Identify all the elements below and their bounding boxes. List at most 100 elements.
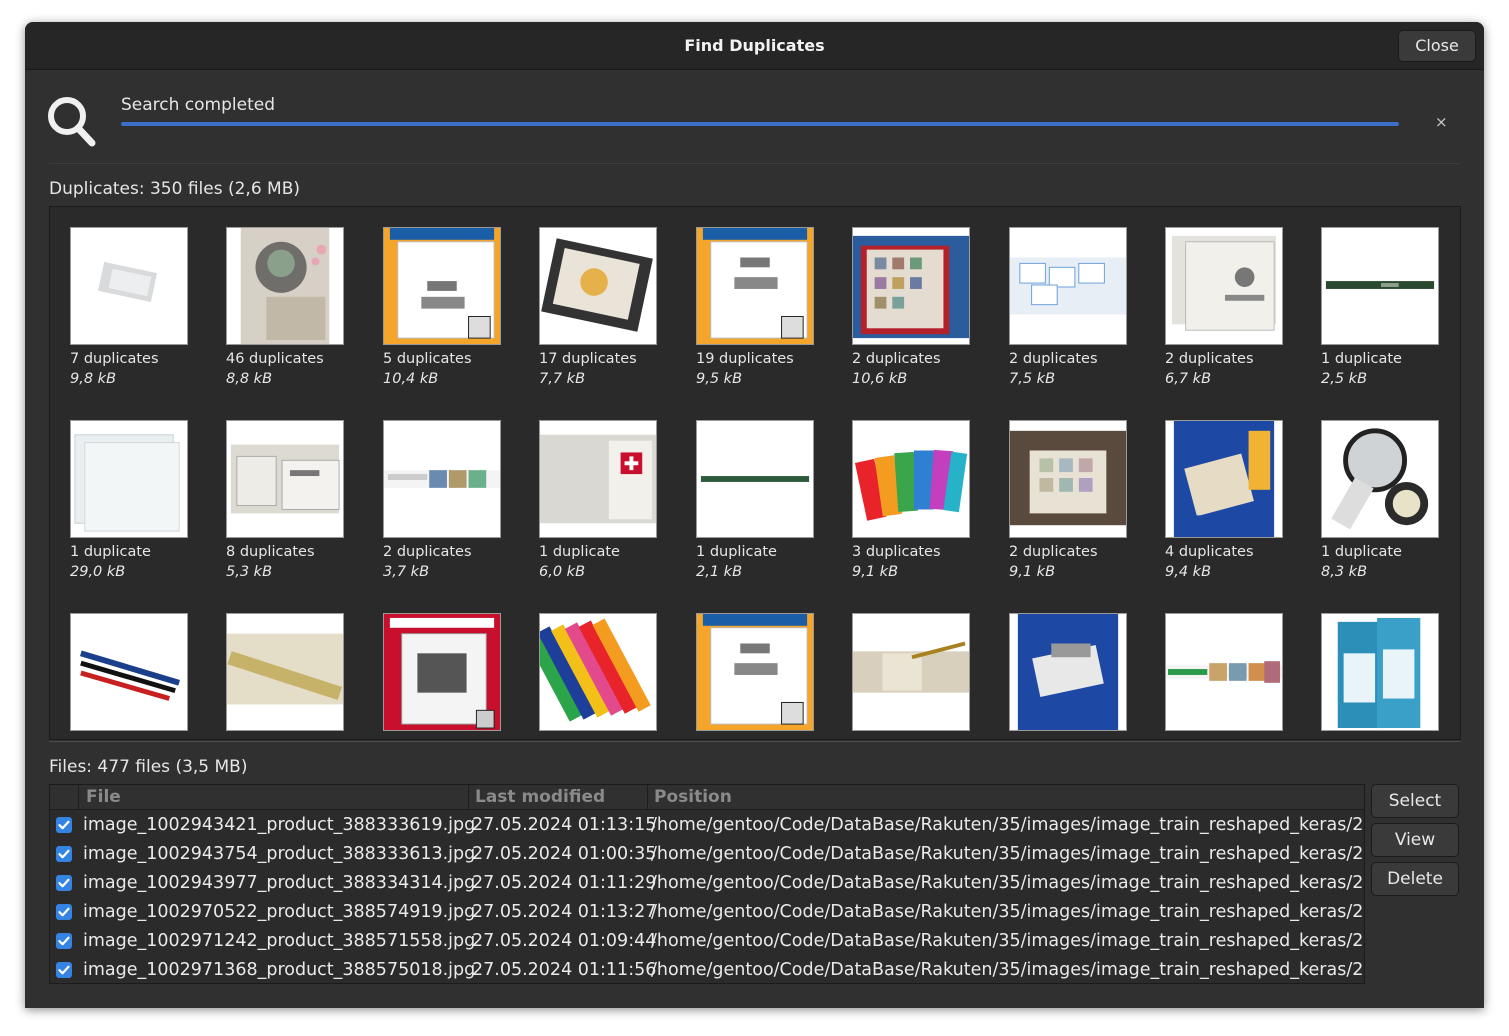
duplicate-thumbnail[interactable] <box>696 613 814 731</box>
duplicate-thumbnail[interactable] <box>1321 227 1439 345</box>
delete-button[interactable]: Delete <box>1371 862 1459 896</box>
search-icon <box>47 96 97 148</box>
duplicate-thumbnail[interactable] <box>539 227 657 345</box>
cell-file: image_1002943754_product_388333613.jpg <box>83 844 476 864</box>
select-button[interactable]: Select <box>1371 784 1459 818</box>
duplicate-size: 3,7 kB <box>383 564 430 580</box>
duplicate-thumbnail[interactable] <box>226 227 344 345</box>
row-checkbox[interactable] <box>56 817 72 833</box>
duplicate-size: 7,5 kB <box>1009 371 1056 387</box>
table-row[interactable]: image_1002971368_product_388575018.jpg 27… <box>50 956 1365 983</box>
search-progress-bar <box>121 122 1399 126</box>
duplicate-size: 9,8 kB <box>70 371 117 387</box>
duplicate-size: 2,1 kB <box>696 564 743 580</box>
duplicate-thumbnail[interactable] <box>383 613 501 731</box>
separator <box>49 163 1459 164</box>
duplicate-thumbnail[interactable] <box>1009 420 1127 538</box>
duplicate-count: 19 duplicates <box>696 351 794 367</box>
row-checkbox[interactable] <box>56 962 72 978</box>
duplicate-size: 6,0 kB <box>539 564 586 580</box>
dismiss-icon[interactable]: × <box>1435 113 1448 131</box>
duplicates-summary: Duplicates: 350 files (2,6 MB) <box>49 179 301 199</box>
column-header-file[interactable]: File <box>86 787 121 807</box>
duplicate-size: 2,5 kB <box>1321 371 1368 387</box>
duplicate-thumbnail[interactable] <box>696 227 814 345</box>
duplicate-thumbnail[interactable] <box>226 420 344 538</box>
duplicate-thumbnail[interactable] <box>1321 613 1439 731</box>
cell-position: /home/gentoo/Code/DataBase/Rakuten/35/im… <box>651 815 1365 835</box>
column-divider <box>78 785 79 810</box>
duplicate-count: 2 duplicates <box>1009 351 1098 367</box>
duplicate-thumbnail[interactable] <box>852 227 970 345</box>
duplicate-count: 1 duplicate <box>696 544 777 560</box>
cell-modified: 27.05.2024 01:13:27 <box>472 902 657 922</box>
cell-modified: 27.05.2024 01:13:15 <box>472 815 657 835</box>
cell-position: /home/gentoo/Code/DataBase/Rakuten/35/im… <box>651 960 1365 980</box>
duplicate-size: 10,4 kB <box>383 371 439 387</box>
cell-modified: 27.05.2024 01:00:35 <box>472 844 657 864</box>
row-checkbox[interactable] <box>56 875 72 891</box>
table-row[interactable]: image_1002970522_product_388574919.jpg 27… <box>50 898 1364 927</box>
progress-fill <box>121 122 1399 126</box>
duplicate-thumbnail[interactable] <box>1009 613 1127 731</box>
duplicate-thumbnail[interactable] <box>1165 420 1283 538</box>
duplicate-count: 7 duplicates <box>70 351 159 367</box>
view-button[interactable]: View <box>1371 823 1459 857</box>
duplicate-thumbnail[interactable] <box>1009 227 1127 345</box>
duplicate-count: 1 duplicate <box>1321 351 1402 367</box>
duplicate-size: 10,6 kB <box>852 371 908 387</box>
duplicate-count: 4 duplicates <box>1165 544 1254 560</box>
duplicate-thumbnail[interactable] <box>1165 613 1283 731</box>
duplicate-thumbnail[interactable] <box>852 613 970 731</box>
duplicate-size: 8,3 kB <box>1321 564 1368 580</box>
cell-position: /home/gentoo/Code/DataBase/Rakuten/35/im… <box>651 902 1365 922</box>
duplicate-thumbnail[interactable] <box>539 613 657 731</box>
duplicate-thumbnail[interactable] <box>70 227 188 345</box>
search-status: Search completed <box>121 95 276 115</box>
cell-position: /home/gentoo/Code/DataBase/Rakuten/35/im… <box>651 844 1365 864</box>
duplicate-size: 7,7 kB <box>539 371 586 387</box>
row-checkbox[interactable] <box>56 933 72 949</box>
duplicate-size: 5,3 kB <box>226 564 273 580</box>
table-row[interactable]: image_1002943421_product_388333619.jpg 27… <box>50 811 1364 840</box>
duplicate-size: 29,0 kB <box>70 564 126 580</box>
table-row[interactable]: image_1002943977_product_388334314.jpg 27… <box>50 869 1364 898</box>
header-bar: Find Duplicates Close <box>25 22 1484 70</box>
close-button[interactable]: Close <box>1398 30 1476 62</box>
duplicate-count: 8 duplicates <box>226 544 315 560</box>
duplicates-grid[interactable]: 7 duplicates 9,8 kB 46 duplicates 8,8 kB 5 d… <box>49 206 1461 740</box>
duplicate-thumbnail[interactable] <box>383 227 501 345</box>
duplicate-size: 9,5 kB <box>696 371 743 387</box>
cell-modified: 27.05.2024 01:11:56 <box>472 960 657 980</box>
duplicate-thumbnail[interactable] <box>539 420 657 538</box>
cell-modified: 27.05.2024 01:09:44 <box>472 931 657 951</box>
row-checkbox[interactable] <box>56 904 72 920</box>
duplicate-thumbnail[interactable] <box>70 613 188 731</box>
duplicate-count: 3 duplicates <box>852 544 941 560</box>
cell-file: image_1002971242_product_388571558.jpg <box>83 931 476 951</box>
duplicate-thumbnail[interactable] <box>1321 420 1439 538</box>
duplicate-size: 9,1 kB <box>852 564 899 580</box>
duplicate-thumbnail[interactable] <box>696 420 814 538</box>
separator <box>49 741 1461 742</box>
duplicate-thumbnail[interactable] <box>70 420 188 538</box>
duplicate-thumbnail[interactable] <box>1165 227 1283 345</box>
duplicate-count: 2 duplicates <box>1165 351 1254 367</box>
cell-position: /home/gentoo/Code/DataBase/Rakuten/35/im… <box>651 931 1365 951</box>
cell-file: image_1002971368_product_388575018.jpg <box>83 960 476 980</box>
files-table[interactable]: File Last modified Position image_100294… <box>49 784 1365 984</box>
cell-file: image_1002943421_product_388333619.jpg <box>83 815 476 835</box>
duplicate-thumbnail[interactable] <box>226 613 344 731</box>
table-row[interactable]: image_1002943754_product_388333613.jpg 27… <box>50 840 1364 869</box>
table-header: File Last modified Position <box>50 785 1364 810</box>
column-header-position[interactable]: Position <box>654 787 732 807</box>
table-row[interactable]: image_1002971242_product_388571558.jpg 27… <box>50 927 1364 956</box>
duplicate-count: 2 duplicates <box>852 351 941 367</box>
duplicate-thumbnail[interactable] <box>383 420 501 538</box>
column-header-modified[interactable]: Last modified <box>475 787 605 807</box>
cell-file: image_1002970522_product_388574919.jpg <box>83 902 476 922</box>
duplicate-count: 2 duplicates <box>383 544 472 560</box>
row-checkbox[interactable] <box>56 846 72 862</box>
duplicate-thumbnail[interactable] <box>852 420 970 538</box>
find-duplicates-dialog: Find Duplicates Close Search completed ×… <box>25 22 1484 1008</box>
